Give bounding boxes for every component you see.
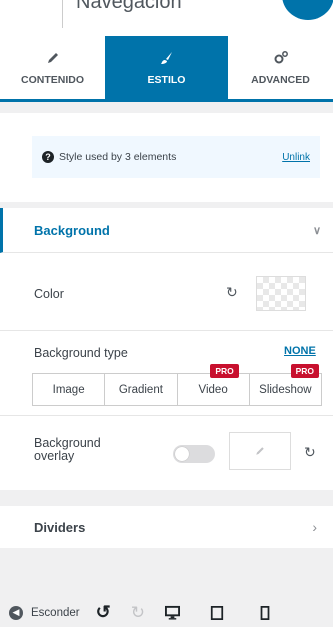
panel-tabs: CONTENIDO ESTILO ADVANCED [0,36,333,102]
option-label: Slideshow [259,383,312,396]
page-title: Navegación [76,0,182,13]
question-circle-icon: ? [42,151,54,163]
background-type-label: Background type [34,346,128,360]
pencil-icon [256,447,264,455]
mobile-icon[interactable] [260,605,270,620]
color-label: Color [34,287,64,301]
option-slideshow[interactable]: Slideshow PRO [250,364,321,405]
option-gradient[interactable]: Gradient [105,374,178,405]
chevron-right-icon: › [312,519,317,535]
reset-icon[interactable]: ↻ [226,284,238,301]
none-link[interactable]: NONE [284,345,316,357]
overlay-color-button[interactable] [229,432,291,470]
tab-contenido[interactable]: CONTENIDO [0,36,105,99]
toggle-knob [175,447,189,461]
section-title: Dividers [34,519,86,535]
tablet-icon[interactable] [210,605,224,620]
pencil-icon [47,52,58,63]
unlink-link[interactable]: Unlink [282,152,310,163]
footer-toolbar: ◀ Esconder ↺ ↻ [0,598,333,627]
section-background-header[interactable]: Background ∨ [0,208,333,253]
tab-estilo[interactable]: ESTILO [105,36,228,99]
option-label: Gradient [118,383,163,396]
hide-icon[interactable]: ◀ [9,605,23,620]
avatar[interactable] [282,0,333,20]
overlay-toggle[interactable] [173,445,215,463]
brush-icon [160,51,172,64]
divider [0,330,333,331]
tab-label: ADVANCED [251,73,310,86]
section-dividers-header[interactable]: Dividers › [0,500,333,548]
desktop-icon[interactable] [164,605,180,620]
tab-advanced[interactable]: ADVANCED [228,36,333,99]
gears-icon [274,50,288,63]
divider [0,415,333,416]
undo-icon[interactable]: ↺ [96,602,111,623]
pro-badge: PRO [290,364,319,378]
pro-badge: PRO [210,364,239,378]
overlay-label: Background overlay [34,436,101,463]
section-title: Background [34,222,110,238]
tab-label: ESTILO [147,73,186,86]
redo-icon[interactable]: ↻ [131,603,145,623]
style-notice: ? Style used by 3 elements Unlink [32,136,320,178]
header-divider [62,0,63,28]
option-image[interactable]: Image [33,374,106,405]
header-strip: Navegación [0,0,333,36]
chevron-down-icon: ∨ [312,225,321,237]
option-label: Video [198,383,228,396]
reset-icon[interactable]: ↻ [304,444,316,461]
background-type-group: Image Gradient Video PRO Slideshow PRO [32,364,322,406]
tab-label: CONTENIDO [21,73,84,86]
notice-text: Style used by 3 elements [59,151,177,163]
hide-label[interactable]: Esconder [31,607,80,619]
option-label: Image [52,383,85,396]
color-swatch[interactable] [256,276,306,311]
option-video[interactable]: Video PRO [178,364,250,405]
